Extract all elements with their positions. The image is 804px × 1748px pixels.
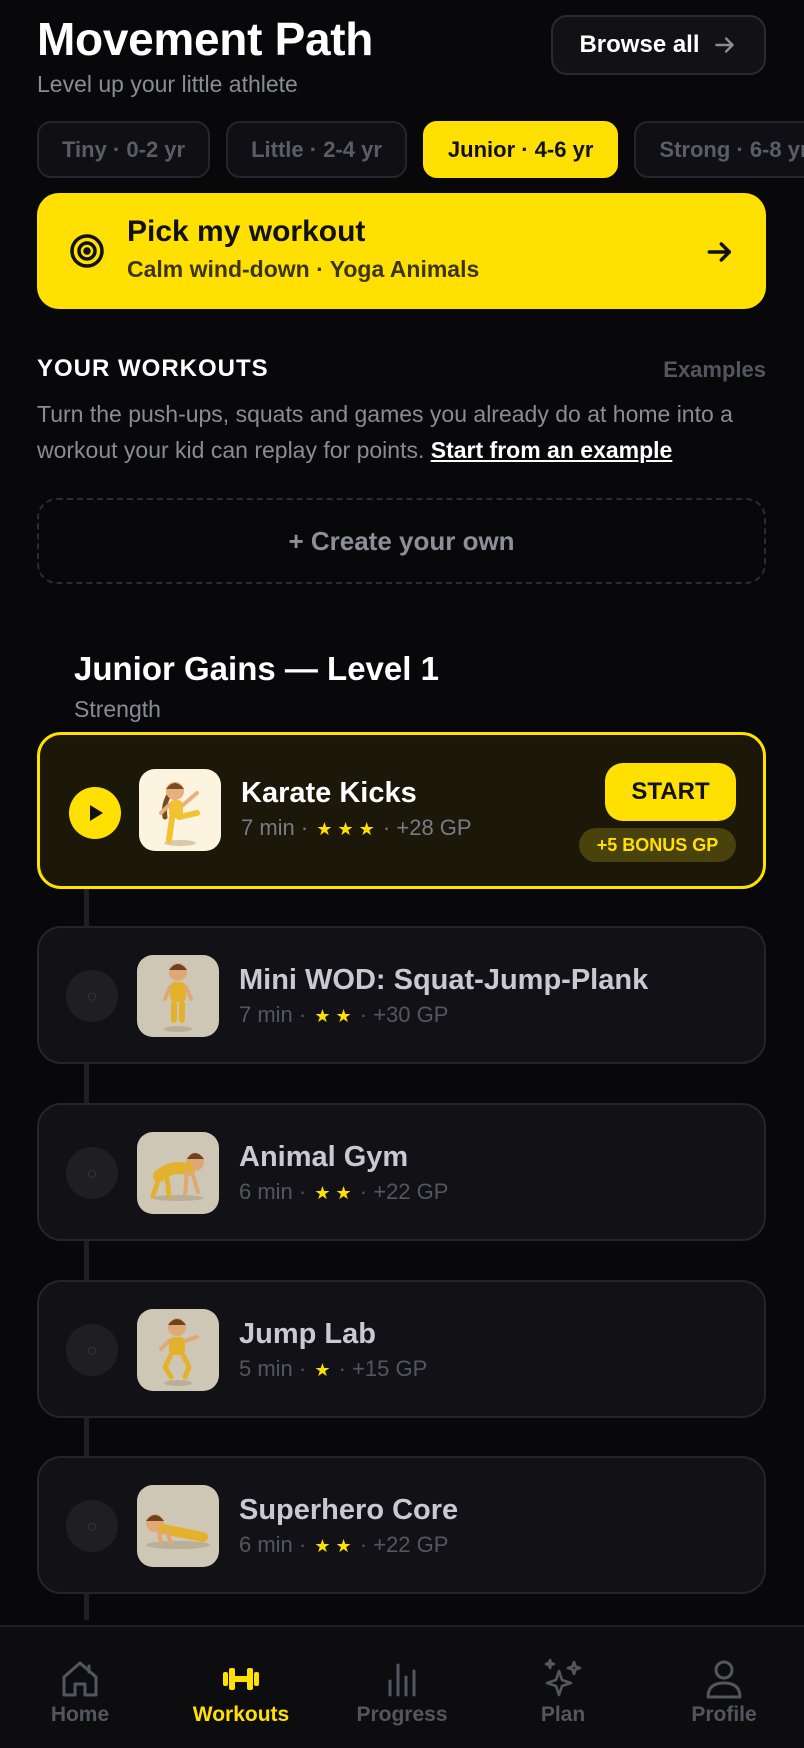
arrow-right-icon [707, 242, 732, 262]
nav-workouts[interactable]: Workouts [181, 1657, 301, 1727]
dumbbell-icon [223, 1668, 259, 1690]
pick-workout-card[interactable]: Pick my workout Calm wind-down · Yoga An… [37, 193, 766, 309]
start-from-example-link[interactable]: Start from an example [431, 437, 673, 463]
page-subtitle: Level up your little athlete [37, 71, 298, 97]
browse-all-button[interactable]: Browse all [551, 15, 766, 75]
nav-plan-label: Plan [540, 1703, 586, 1726]
pick-workout-title: Pick my workout [127, 215, 366, 248]
workout-duration: 7 min · [239, 1002, 307, 1027]
nav-progress[interactable]: Progress [342, 1657, 462, 1727]
arrow-right-icon [714, 37, 734, 53]
workout-name: Karate Kicks [241, 777, 417, 809]
difficulty-stars: ★ ★ [314, 1006, 352, 1026]
section-heading: YOUR WORKOUTS [37, 355, 269, 382]
workout-duration: 6 min · [239, 1179, 307, 1204]
workout-name: Superhero Core [239, 1494, 459, 1526]
workout-card-jump-lab[interactable]: ○ Jump Lab 5 min · ★ · +15 GP [37, 1280, 766, 1418]
nav-profile[interactable]: Profile [664, 1657, 784, 1727]
workout-meta: 7 min · ★ ★ ★ · +28 GP [241, 815, 472, 841]
workout-meta: 7 min · ★ ★ · +30 GP [239, 1002, 448, 1028]
lock-icon: ○ [66, 1500, 118, 1552]
workout-duration: 5 min · [239, 1356, 307, 1381]
lock-icon: ○ [66, 1324, 118, 1376]
workout-thumbnail [139, 769, 221, 851]
workout-thumbnail [137, 1132, 219, 1214]
nav-progress-label: Progress [356, 1703, 448, 1726]
workout-thumbnail [137, 955, 219, 1037]
browse-all-label: Browse all [579, 31, 700, 58]
workout-card-superhero-core[interactable]: ○ Superhero Core 6 min · ★ ★ · +22 GP [37, 1456, 766, 1594]
nav-plan[interactable]: Plan [503, 1657, 623, 1727]
user-icon [706, 1660, 742, 1699]
chip-little[interactable]: Little · 2-4 yr [226, 121, 407, 178]
difficulty-stars: ★ ★ ★ [316, 819, 375, 839]
examples-link[interactable]: Examples [663, 357, 766, 383]
workout-points: · +30 GP [359, 1002, 449, 1027]
chip-junior[interactable]: Junior · 4-6 yr [422, 121, 619, 178]
workout-points: · +22 GP [359, 1179, 449, 1204]
nav-home[interactable]: Home [20, 1657, 140, 1727]
home-icon [62, 1661, 98, 1697]
page-title: Movement Path [37, 13, 374, 65]
difficulty-stars: ★ ★ [314, 1536, 352, 1556]
workout-points: · +28 GP [382, 815, 472, 840]
sparkles-icon [544, 1658, 582, 1697]
start-button[interactable]: START [605, 763, 736, 821]
workout-name: Jump Lab [239, 1318, 376, 1350]
workout-thumbnail [137, 1485, 219, 1567]
nav-workouts-label: Workouts [192, 1703, 290, 1726]
create-own-button[interactable]: + Create your own [37, 498, 766, 584]
workout-name: Animal Gym [239, 1141, 409, 1173]
chip-tiny[interactable]: Tiny · 0-2 yr [37, 121, 211, 178]
workout-thumbnail [137, 1309, 219, 1391]
bonus-badge: +5 BONUS GP [579, 828, 736, 862]
nav-home-label: Home [50, 1703, 110, 1726]
workout-name: Mini WOD: Squat-Jump-Plank [239, 964, 649, 996]
workout-meta: 6 min · ★ ★ · +22 GP [239, 1532, 448, 1558]
workout-duration: 7 min · [241, 815, 309, 840]
workout-points: · +15 GP [338, 1356, 428, 1381]
difficulty-stars: ★ ★ [314, 1183, 352, 1203]
bar-chart-icon [388, 1663, 416, 1697]
workout-meta: 5 min · ★ · +15 GP [239, 1356, 427, 1382]
workout-card-karate-kicks[interactable]: Karate Kicks 7 min · ★ ★ ★ · +28 GP STAR… [37, 732, 766, 889]
chip-strong[interactable]: Strong · 6-8 yr [634, 121, 804, 178]
nav-profile-label: Profile [691, 1703, 757, 1726]
workout-duration: 6 min · [239, 1532, 307, 1557]
play-icon[interactable] [69, 787, 121, 839]
workout-card-mini-wod[interactable]: ○ Mini WOD: Squat-Jump-Plank 7 min · ★ ★… [37, 926, 766, 1064]
bottom-nav: Home Workouts Progress Plan Profile [0, 1625, 804, 1748]
workout-meta: 6 min · ★ ★ · +22 GP [239, 1179, 448, 1205]
difficulty-stars: ★ [314, 1360, 331, 1380]
section-description: Turn the push-ups, squats and games you … [37, 396, 767, 468]
workout-points: · +22 GP [359, 1532, 449, 1557]
lock-icon: ○ [66, 970, 118, 1022]
target-icon [70, 234, 104, 268]
lock-icon: ○ [66, 1147, 118, 1199]
level-title: Junior Gains — Level 1 [74, 650, 439, 687]
workout-card-animal-gym[interactable]: ○ Animal Gym 6 min · ★ ★ · +22 GP [37, 1103, 766, 1241]
age-filter-chips: Tiny · 0-2 yr Little · 2-4 yr Junior · 4… [37, 121, 804, 178]
pick-workout-subtitle: Calm wind-down · Yoga Animals [127, 256, 480, 282]
level-subtitle: Strength [74, 696, 161, 722]
